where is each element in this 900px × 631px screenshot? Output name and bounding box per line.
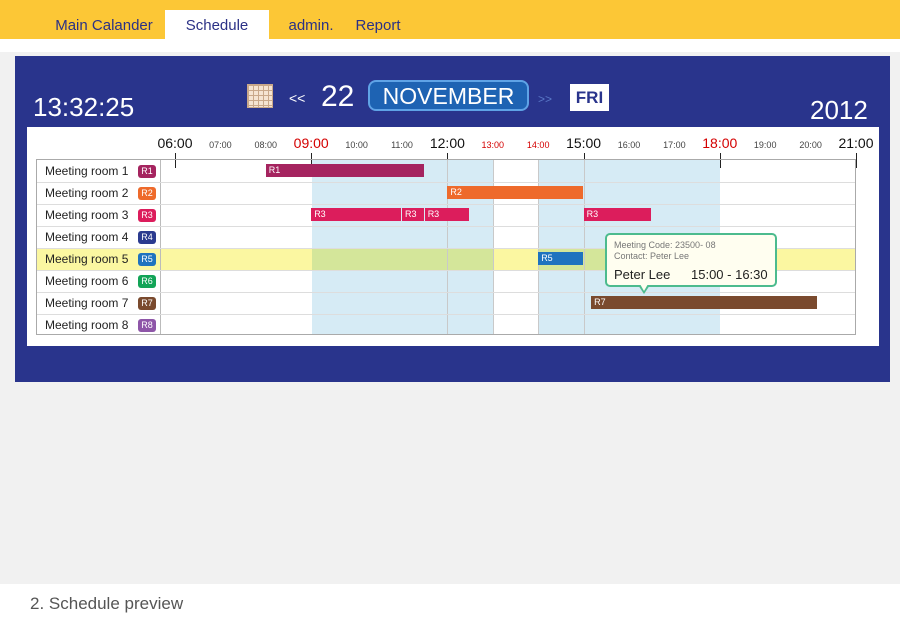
top-nav-bar: Main Calander Schedule admin. Report	[0, 0, 900, 39]
room-name: Meeting room 1	[45, 164, 129, 178]
room-name: Meeting room 2	[45, 186, 129, 200]
booking-tooltip: Meeting Code: 23500- 08 Contact: Peter L…	[605, 233, 777, 287]
time-tick-label: 07:00	[209, 140, 232, 150]
room-name: Meeting room 7	[45, 296, 129, 310]
date-year: 2012	[810, 95, 868, 125]
booking-bar[interactable]: R3	[402, 208, 424, 221]
booking-bar[interactable]: R1	[265, 164, 424, 177]
room-row-label[interactable]: Meeting room 6 R6	[37, 270, 160, 292]
tooltip-pointer-inner	[640, 284, 648, 291]
room-row-label[interactable]: Meeting room 1 R1	[37, 160, 160, 182]
room-row-label[interactable]: Meeting room 5 R5	[37, 248, 160, 270]
room-badge: R6	[138, 275, 156, 288]
room-badge: R2	[138, 187, 156, 200]
caption-area: 2. Schedule preview	[0, 584, 900, 631]
current-time: 13:32:25	[33, 92, 135, 122]
date-day: 22	[321, 80, 355, 113]
tab-main-calendar[interactable]: Main Calander	[45, 10, 163, 39]
room-badge: R4	[138, 231, 156, 244]
grid-hour-line	[583, 160, 585, 334]
time-tick-label: 19:00	[753, 140, 777, 150]
room-badge: R7	[138, 297, 156, 310]
time-tick-label: 12:00	[429, 135, 465, 151]
room-column-divider	[160, 160, 161, 334]
room-name: Meeting room 4	[45, 230, 129, 244]
time-tick-label: 09:00	[293, 135, 329, 151]
tooltip-contact: Contact: Peter Lee	[614, 251, 690, 261]
time-tick-label: 14:00	[526, 140, 550, 150]
room-badge: R8	[138, 319, 156, 332]
time-tick-label: 08:00	[254, 140, 278, 150]
month-selector[interactable]: NOVEMBER	[368, 80, 529, 111]
booking-bar[interactable]: R3	[311, 208, 401, 221]
tab-schedule[interactable]: Schedule	[165, 10, 269, 39]
figure-caption: 2. Schedule preview	[30, 594, 184, 613]
time-tick-label: 15:00	[566, 135, 602, 151]
nav-divider	[0, 39, 900, 52]
room-badge: R5	[138, 253, 156, 266]
booking-bar[interactable]: R7	[591, 296, 818, 309]
next-day-button[interactable]: >>	[538, 92, 552, 106]
room-row-label[interactable]: Meeting room 7 R7	[37, 292, 160, 314]
booking-bar[interactable]: R3	[583, 208, 651, 221]
calendar-icon[interactable]	[247, 84, 273, 108]
room-row-label[interactable]: Meeting room 2 R2	[37, 182, 160, 204]
room-row-label[interactable]: Meeting room 4 R4	[37, 226, 160, 248]
time-tick-label: 17:00	[663, 140, 686, 150]
time-tick-label: 10:00	[345, 140, 368, 150]
room-row-label[interactable]: Meeting room 3 R3	[37, 204, 160, 226]
tooltip-meeting-code: Meeting Code: 23500- 08	[614, 240, 716, 250]
selected-row-overlap-morning	[312, 248, 494, 270]
room-badge: R3	[138, 209, 156, 222]
room-badge: R1	[138, 165, 156, 178]
booking-bar[interactable]: R3	[424, 208, 470, 221]
time-tick-label: 21:00	[838, 135, 874, 151]
time-tick-label: 16:00	[617, 140, 641, 150]
tab-admin[interactable]: admin.	[278, 10, 344, 39]
previous-day-button[interactable]: <<	[289, 90, 305, 106]
weekday-badge: FRI	[570, 84, 609, 111]
tooltip-time-range: 15:00 - 16:30	[691, 267, 768, 282]
time-tick-label: 20:00	[799, 140, 822, 150]
tab-report[interactable]: Report	[348, 10, 408, 39]
booking-bar[interactable]: R2	[447, 186, 583, 199]
time-tick-label: 06:00	[157, 135, 193, 151]
time-tick-label: 13:00	[481, 140, 505, 150]
time-tick-label: 18:00	[702, 135, 738, 151]
room-row-label[interactable]: Meeting room 8 R8	[37, 314, 160, 336]
room-name: Meeting room 5	[45, 252, 129, 266]
time-tick-mark	[856, 153, 857, 168]
booking-bar[interactable]: R5	[538, 252, 583, 265]
room-name: Meeting room 6	[45, 274, 129, 288]
time-tick-label: 11:00	[391, 140, 413, 150]
room-name: Meeting room 8	[45, 318, 129, 332]
tooltip-person-name: Peter Lee	[614, 267, 671, 282]
room-name: Meeting room 3	[45, 208, 129, 222]
